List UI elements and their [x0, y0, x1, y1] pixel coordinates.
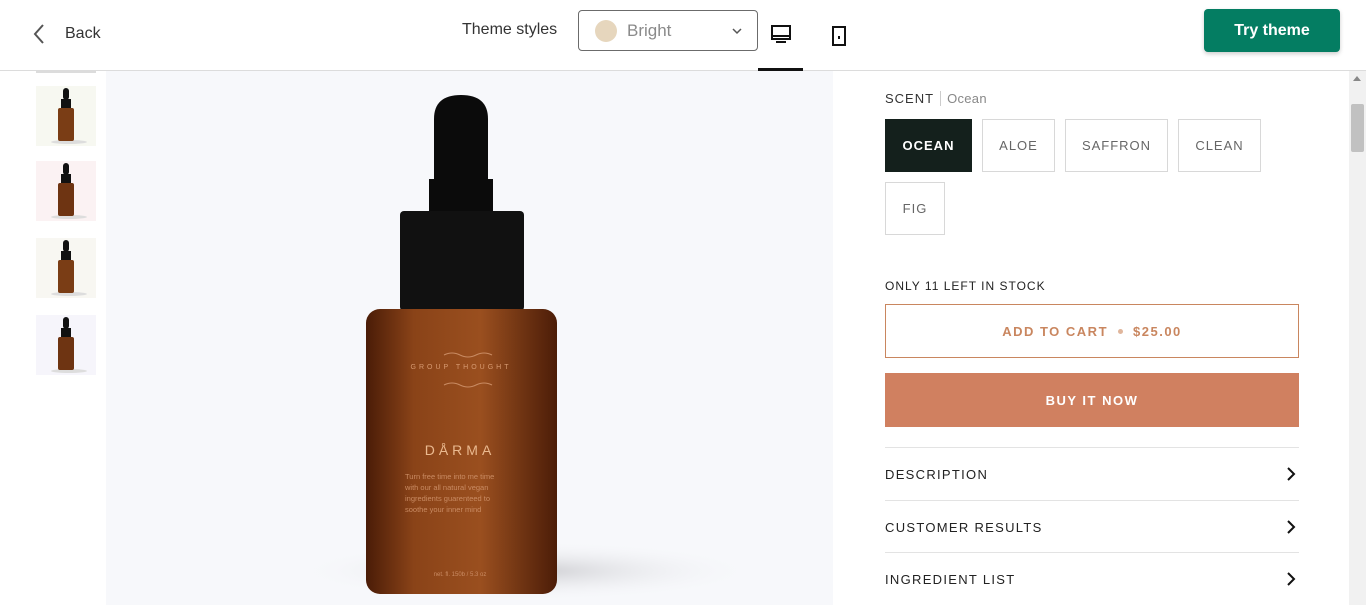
bottle-name-text: DÅRMA [425, 442, 496, 458]
accordion-ingredient-list[interactable]: INGREDIENT LIST [885, 552, 1299, 605]
theme-style-select[interactable]: Bright [578, 10, 758, 51]
chevron-down-icon [732, 28, 742, 35]
thumbnail-divider [36, 71, 96, 73]
separator-dot [1118, 328, 1124, 334]
main-product-image[interactable]: GROUP THOUGHT DÅRMA Turn free time into … [106, 71, 833, 605]
scent-option-aloe[interactable]: ALOE [982, 119, 1055, 172]
mobile-icon [831, 25, 846, 46]
try-theme-button[interactable]: Try theme [1204, 9, 1340, 52]
scent-option-ocean[interactable]: OCEAN [885, 119, 972, 172]
accordion-label: INGREDIENT LIST [885, 571, 1016, 587]
stock-notice: ONLY 11 LEFT IN STOCK [885, 279, 1046, 293]
bottle-copy-2: with our all natural vegan [404, 483, 488, 492]
chevron-right-icon [1287, 467, 1296, 481]
theme-swatch [595, 19, 617, 42]
chevron-left-icon [33, 24, 44, 44]
buy-it-now-button[interactable]: BUY IT NOW [885, 373, 1299, 427]
accordion-label: CUSTOMER RESULTS [885, 519, 1043, 535]
add-to-cart-label: ADD TO CART [1002, 323, 1109, 339]
chevron-right-icon [1287, 572, 1296, 586]
accordion-customer-results[interactable]: CUSTOMER RESULTS [885, 500, 1299, 553]
product-thumbnail-2[interactable] [36, 161, 96, 221]
bottle-copy-4: soothe your inner mind [405, 505, 481, 514]
scent-option-saffron[interactable]: SAFFRON [1065, 119, 1168, 172]
product-thumbnail-3[interactable] [36, 238, 96, 298]
product-thumbnail-4[interactable] [36, 315, 96, 375]
scroll-up-arrow[interactable] [1353, 76, 1361, 81]
top-toolbar: Back Theme styles Bright Try theme [0, 0, 1366, 71]
chevron-right-icon [1287, 520, 1296, 534]
bottle-volume-text: net. fl. 150b / 5.3 oz [434, 572, 487, 578]
scent-heading: SCENT Ocean [885, 91, 987, 106]
dropper-bottle-image: GROUP THOUGHT DÅRMA Turn free time into … [296, 95, 756, 601]
bottle-copy-3: ingredients guarenteed to [405, 494, 490, 503]
desktop-view-button[interactable] [758, 0, 803, 71]
accordion-description[interactable]: DESCRIPTION [885, 447, 1299, 500]
add-to-cart-button[interactable]: ADD TO CART $25.00 [885, 304, 1299, 358]
bottle-copy-1: Turn free time into me time [405, 472, 494, 481]
bottle-thumbnail-image [51, 163, 87, 219]
mobile-view-button[interactable] [816, 0, 861, 71]
back-button[interactable]: Back [28, 18, 101, 50]
bottle-brand-text: GROUP THOUGHT [411, 364, 512, 371]
scent-label: SCENT [885, 91, 935, 106]
scent-option-fig[interactable]: FIG [885, 182, 945, 235]
back-label: Back [65, 25, 101, 42]
bottle-thumbnail-image [51, 317, 87, 373]
theme-styles-label: Theme styles [462, 21, 558, 38]
accordion-label: DESCRIPTION [885, 466, 989, 482]
bottle-thumbnail-image [51, 88, 87, 144]
scent-option-clean[interactable]: CLEAN [1178, 119, 1261, 172]
scent-selected-value: Ocean [947, 91, 987, 106]
product-thumbnail-1[interactable] [36, 86, 96, 146]
scent-separator [940, 91, 942, 106]
scrollbar-thumb[interactable] [1351, 104, 1364, 152]
theme-select-value: Bright [627, 20, 672, 40]
add-to-cart-price: $25.00 [1133, 323, 1182, 339]
bottle-thumbnail-image [51, 240, 87, 296]
desktop-icon [770, 25, 791, 43]
